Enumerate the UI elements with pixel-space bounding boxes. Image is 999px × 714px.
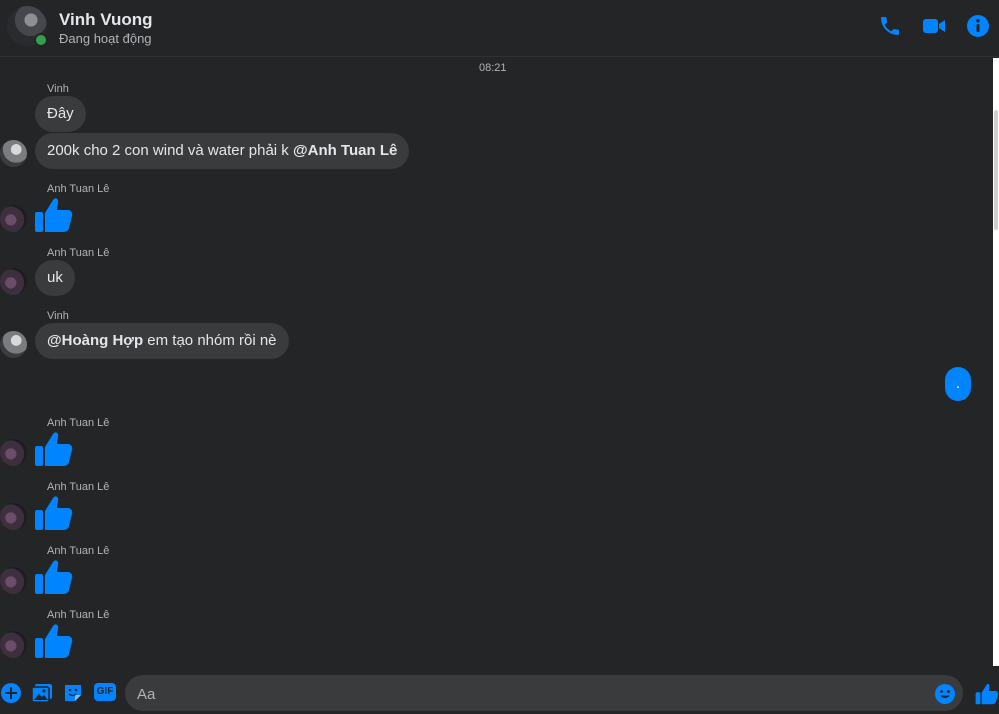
like-icon[interactable] — [975, 682, 999, 706]
message-text: 200k cho 2 con wind và water phải k — [47, 142, 293, 159]
avatar[interactable] — [0, 631, 27, 658]
chat-header: Vinh Vuong Đang hoạt động — [0, 0, 999, 57]
sender-name: Anh Tuan Lê — [47, 183, 110, 195]
message-text: Đây — [47, 105, 74, 122]
image-icon[interactable] — [31, 682, 53, 704]
timestamp: 08:21 — [479, 62, 507, 74]
like-icon — [34, 621, 74, 661]
like-icon — [34, 557, 74, 597]
plus-icon[interactable] — [0, 682, 22, 704]
sender-name: Vinh — [47, 83, 69, 95]
info-icon[interactable] — [966, 14, 990, 38]
avatar[interactable] — [0, 268, 27, 295]
online-indicator — [34, 33, 48, 47]
phone-icon[interactable] — [878, 14, 902, 38]
message-text: uk — [47, 269, 63, 286]
mention-link[interactable]: @Anh Tuan Lê — [293, 142, 397, 159]
sender-name: Anh Tuan Lê — [47, 545, 110, 557]
sender-name: Anh Tuan Lê — [47, 417, 110, 429]
contact-name[interactable]: Vinh Vuong — [59, 10, 153, 30]
sender-name: Anh Tuan Lê — [47, 247, 110, 259]
avatar[interactable] — [0, 331, 27, 358]
sticker-icon[interactable] — [62, 682, 84, 704]
contact-status: Đang hoạt động — [59, 31, 152, 46]
sender-name: Anh Tuan Lê — [47, 481, 110, 493]
message-bubble[interactable]: uk — [35, 260, 75, 296]
avatar[interactable] — [0, 439, 27, 466]
like-icon — [34, 493, 74, 533]
message-text: em tạo nhóm rồi nè — [143, 332, 277, 349]
message-bubble[interactable]: @Hoàng Hợp em tạo nhóm rồi nè — [35, 323, 289, 359]
message-text: . — [955, 375, 961, 392]
my-message-bubble[interactable]: . — [945, 367, 971, 401]
like-icon — [34, 195, 74, 235]
emoji-icon[interactable] — [934, 683, 956, 705]
scrollbar-thumb[interactable] — [994, 110, 998, 230]
avatar[interactable] — [0, 205, 27, 232]
gif-icon[interactable]: GIF — [94, 683, 116, 701]
message-input-box[interactable] — [125, 675, 963, 713]
sender-name: Vinh — [47, 310, 69, 322]
message-bubble[interactable]: Đây — [35, 96, 86, 132]
like-icon — [34, 429, 74, 469]
avatar[interactable] — [0, 503, 27, 530]
avatar[interactable] — [0, 140, 27, 167]
mention-link[interactable]: @Hoàng Hợp — [47, 332, 143, 349]
avatar[interactable] — [0, 567, 27, 594]
message-input[interactable] — [135, 675, 929, 713]
video-icon[interactable] — [922, 14, 946, 38]
sender-name: Anh Tuan Lê — [47, 609, 110, 621]
message-bubble[interactable]: 200k cho 2 con wind và water phải k @Anh… — [35, 133, 410, 169]
